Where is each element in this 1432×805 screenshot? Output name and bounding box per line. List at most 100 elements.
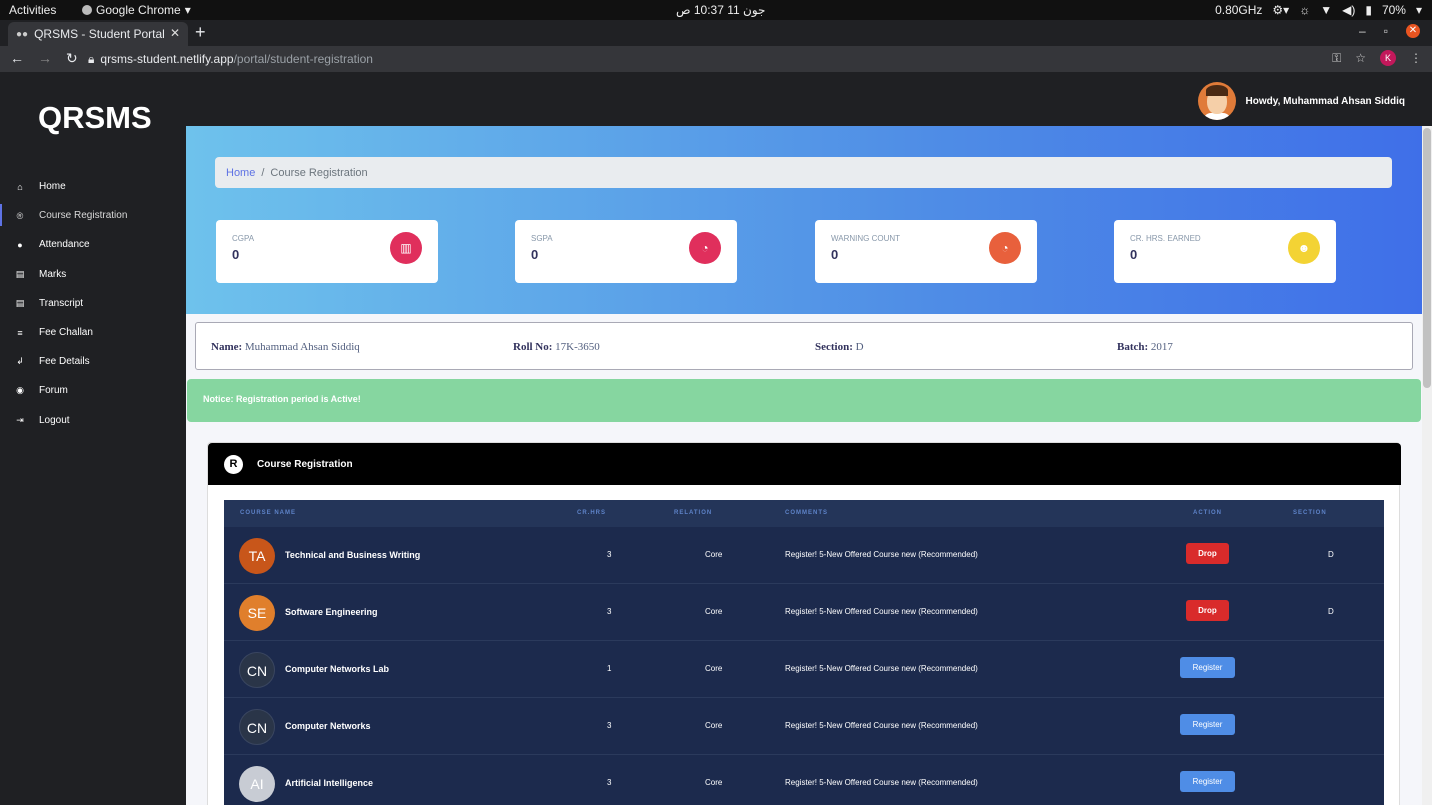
page-scrollbar[interactable] xyxy=(1422,126,1432,805)
course-avatar: CN xyxy=(239,709,275,745)
top-navbar: Howdy, Muhammad Ahsan Siddiq xyxy=(186,72,1432,126)
card-title: Course Registration xyxy=(257,458,353,470)
chevron-down-icon: ▾ xyxy=(1415,3,1422,17)
close-window-icon[interactable]: ✕ xyxy=(1406,24,1420,38)
sidebar-item-home[interactable]: ⌂ Home xyxy=(0,172,186,201)
register-button[interactable]: Register xyxy=(1180,714,1235,735)
course-comments: Register! 5-New Offered Course new (Reco… xyxy=(785,607,978,616)
user-menu[interactable]: Howdy, Muhammad Ahsan Siddiq xyxy=(1197,82,1405,120)
stat-label: CGPA xyxy=(232,234,255,243)
course-crhrs: 3 xyxy=(607,550,612,559)
student-name: Name: Muhammad Ahsan Siddiq xyxy=(211,341,360,353)
new-tab-button[interactable]: + xyxy=(195,22,206,43)
app-name: Google Chrome xyxy=(96,3,181,17)
more-menu-icon[interactable]: ⋮ xyxy=(1410,51,1422,65)
app-logo[interactable]: QRSMS xyxy=(38,100,152,136)
stat-card-credit-hours: CR. HRS. EARNED 0 ☻ xyxy=(1114,220,1336,283)
user-icon: ● xyxy=(17,239,23,250)
users-icon: ☻ xyxy=(1288,232,1320,264)
course-name: Technical and Business Writing xyxy=(285,550,421,560)
column-header: CR.HRS xyxy=(577,510,607,516)
reload-icon[interactable]: ↻ xyxy=(66,50,78,67)
stat-value: 0 xyxy=(1130,247,1138,262)
course-comments: Register! 5-New Offered Course new (Reco… xyxy=(785,664,978,673)
star-icon[interactable]: ☆ xyxy=(1355,51,1366,65)
course-table: COURSE NAME CR.HRS RELATION COMMENTS ACT… xyxy=(224,500,1384,805)
sidebar-item-label: Fee Details xyxy=(39,356,90,368)
stat-value: 0 xyxy=(232,247,240,262)
sidebar-item-course-registration[interactable]: ® Course Registration xyxy=(0,201,186,230)
sidebar-item-label: Attendance xyxy=(39,239,90,251)
back-icon[interactable]: ← xyxy=(10,50,24,67)
favicon-icon: ●● xyxy=(16,28,29,40)
clock[interactable]: جون 11 10:37 ص xyxy=(676,3,765,17)
breadcrumb-separator: / xyxy=(261,166,265,179)
url-host: qrsms-student.netlify.app xyxy=(100,52,234,66)
student-info-box: Name: Muhammad Ahsan Siddiq Roll No: 17K… xyxy=(195,322,1413,370)
course-relation: Core xyxy=(705,721,723,730)
sidebar-item-label: Logout xyxy=(39,414,70,426)
stat-value: 0 xyxy=(831,247,839,262)
course-comments: Register! 5-New Offered Course new (Reco… xyxy=(785,550,978,559)
sidebar-item-transcript[interactable]: ▤ Transcript xyxy=(0,289,186,318)
browser-tab[interactable]: ●● QRSMS - Student Portal ✕ xyxy=(8,22,188,46)
notice-banner: Notice: Registration period is Active! xyxy=(187,379,1421,422)
header-banner: Home / Course Registration CGPA 0 ▥ SGPA… xyxy=(186,126,1422,314)
registered-icon: ® xyxy=(16,210,24,221)
forward-icon[interactable]: → xyxy=(38,50,52,67)
course-crhrs: 3 xyxy=(607,607,612,616)
course-relation: Core xyxy=(705,550,723,559)
sidebar-item-label: Home xyxy=(39,181,66,193)
activities-button[interactable]: Activities xyxy=(9,3,56,17)
browser-toolbar: ← → ↻ 🔒︎ qrsms-student.netlify.app/porta… xyxy=(0,46,1432,72)
register-button[interactable]: Register xyxy=(1180,657,1235,678)
sidebar-item-label: Course Registration xyxy=(39,210,128,222)
scrollbar-thumb[interactable] xyxy=(1423,128,1431,388)
table-row: SE Software Engineering 3 Core Register!… xyxy=(224,584,1384,641)
home-icon: ⌂ xyxy=(17,181,23,192)
stat-card-cgpa: CGPA 0 ▥ xyxy=(216,220,438,283)
battery-percent: 70% xyxy=(1381,3,1406,17)
student-section: Section: D xyxy=(815,341,864,353)
column-header: COURSE NAME xyxy=(240,510,297,516)
registered-icon: R xyxy=(224,454,243,474)
user-circle-icon: ◉ xyxy=(16,385,24,396)
stat-value: 0 xyxy=(531,247,539,262)
column-header: SECTION xyxy=(1293,510,1327,516)
course-section: D xyxy=(1328,607,1334,616)
app-menu[interactable]: Google Chrome ▾ xyxy=(82,3,191,17)
sidebar-item-attendance[interactable]: ● Attendance xyxy=(0,230,186,259)
table-header: COURSE NAME CR.HRS RELATION COMMENTS ACT… xyxy=(224,500,1384,527)
drop-button[interactable]: Drop xyxy=(1186,543,1229,564)
sidebar-item-fee-details[interactable]: ↲ Fee Details xyxy=(0,347,186,376)
money-icon: ≡ xyxy=(17,327,23,338)
status-area[interactable]: 0.80GHz ⚙▾ ☼ ▼ ◀) ▮ 70% ▾ xyxy=(1215,3,1422,17)
close-tab-icon[interactable]: ✕ xyxy=(170,26,180,40)
drop-button[interactable]: Drop xyxy=(1186,600,1229,621)
chart-pie-icon: ◔ xyxy=(689,232,721,264)
lock-icon: 🔒︎ xyxy=(88,51,95,66)
stat-label: SGPA xyxy=(531,234,553,243)
column-header: COMMENTS xyxy=(785,510,828,516)
sidebar-item-marks[interactable]: ▤ Marks xyxy=(0,260,186,289)
sidebar-item-label: Transcript xyxy=(39,297,84,309)
course-avatar: SE xyxy=(239,595,275,631)
sidebar-item-fee-challan[interactable]: ≡ Fee Challan xyxy=(0,318,186,347)
stat-label: WARNING COUNT xyxy=(831,234,901,243)
key-icon[interactable]: ⚿ xyxy=(1332,51,1341,66)
register-button[interactable]: Register xyxy=(1180,771,1235,792)
page-content: QRSMS ⌂ Home ® Course Registration ● Attend… xyxy=(0,72,1432,805)
sidebar-item-label: Fee Challan xyxy=(39,327,93,339)
sidebar-item-logout[interactable]: ⇥ Logout xyxy=(0,406,186,435)
sidebar-item-forum[interactable]: ◉ Forum xyxy=(0,376,186,405)
minimize-icon[interactable]: – xyxy=(1359,24,1366,38)
profile-avatar[interactable]: K xyxy=(1380,50,1396,66)
volume-icon: ◀) xyxy=(1342,3,1356,17)
course-avatar: CN xyxy=(239,652,275,688)
chevron-down-icon: ▾ xyxy=(184,3,191,17)
course-avatar: TA xyxy=(239,538,275,574)
address-bar[interactable]: 🔒︎ qrsms-student.netlify.app/portal/stud… xyxy=(80,49,1320,69)
breadcrumb-home-link[interactable]: Home xyxy=(226,167,255,179)
restore-icon[interactable]: ▫ xyxy=(1384,24,1388,38)
course-relation: Core xyxy=(705,607,723,616)
